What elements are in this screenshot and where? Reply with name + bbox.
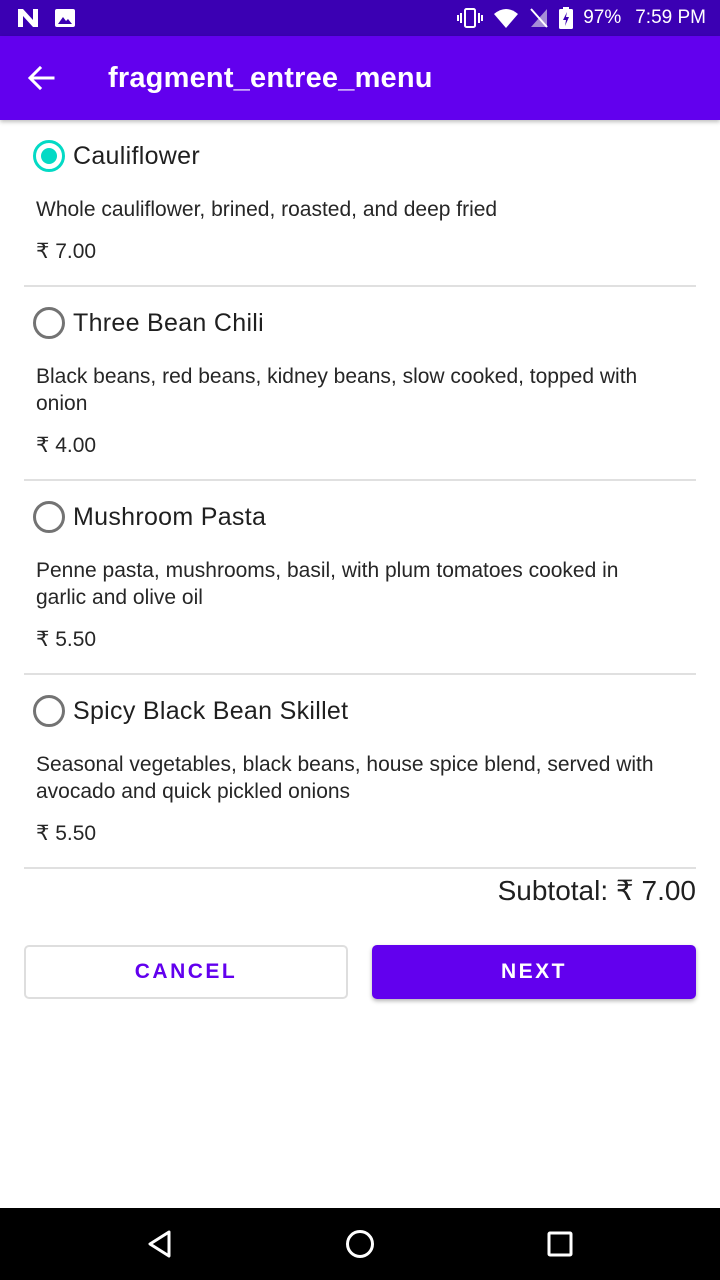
menu-item-mushroom-pasta: Mushroom Pasta Penne pasta, mushrooms, b… bbox=[24, 481, 696, 675]
back-button[interactable] bbox=[13, 50, 69, 106]
battery-percent: 97% bbox=[583, 7, 622, 28]
item-name: Mushroom Pasta bbox=[73, 502, 267, 531]
item-name: Cauliflower bbox=[73, 141, 200, 170]
vibrate-icon bbox=[457, 8, 484, 28]
subtotal-label: Subtotal: ₹ 7.00 bbox=[497, 875, 696, 906]
no-sim-icon bbox=[529, 8, 549, 28]
next-button[interactable]: NEXT bbox=[372, 945, 696, 999]
clock: 7:59 PM bbox=[635, 7, 706, 28]
status-bar: 97% 7:59 PM bbox=[0, 0, 720, 36]
app-bar: fragment_entree_menu bbox=[0, 36, 720, 120]
radio-option-cauliflower[interactable]: Cauliflower bbox=[32, 120, 696, 192]
item-price: ₹ 5.50 bbox=[36, 822, 97, 845]
back-triangle-icon bbox=[148, 1230, 171, 1258]
item-name: Three Bean Chili bbox=[73, 308, 265, 337]
wifi-icon bbox=[493, 8, 519, 28]
battery-charging-icon bbox=[559, 7, 574, 29]
item-description: Black beans, red beans, kidney beans, sl… bbox=[36, 365, 638, 415]
radio-option-mushroom-pasta[interactable]: Mushroom Pasta bbox=[32, 481, 696, 553]
cancel-button[interactable]: CANCEL bbox=[24, 945, 348, 999]
system-nav-bar bbox=[0, 1208, 720, 1280]
nav-back-button[interactable] bbox=[128, 1212, 192, 1276]
radio-checked-icon[interactable] bbox=[33, 140, 65, 172]
radio-unchecked-icon[interactable] bbox=[33, 307, 65, 339]
home-circle-icon bbox=[346, 1230, 374, 1258]
image-notification-icon bbox=[54, 8, 76, 28]
menu-item-cauliflower: Cauliflower Whole cauliflower, brined, r… bbox=[24, 120, 696, 287]
radio-option-three-bean-chili[interactable]: Three Bean Chili bbox=[32, 287, 696, 359]
arrow-back-icon bbox=[27, 65, 55, 91]
page-title: fragment_entree_menu bbox=[108, 61, 433, 94]
menu-item-spicy-black-bean-skillet: Spicy Black Bean Skillet Seasonal vegeta… bbox=[24, 675, 696, 869]
item-description: Whole cauliflower, brined, roasted, and … bbox=[36, 198, 498, 221]
item-description: Penne pasta, mushrooms, basil, with plum… bbox=[36, 559, 619, 609]
nav-home-button[interactable] bbox=[328, 1212, 392, 1276]
radio-unchecked-icon[interactable] bbox=[33, 695, 65, 727]
item-description: Seasonal vegetables, black beans, house … bbox=[36, 753, 654, 803]
status-left bbox=[16, 7, 76, 29]
item-price: ₹ 7.00 bbox=[36, 240, 97, 263]
item-price: ₹ 4.00 bbox=[36, 434, 97, 457]
entree-menu-list: Cauliflower Whole cauliflower, brined, r… bbox=[24, 120, 696, 869]
nav-recents-button[interactable] bbox=[528, 1212, 592, 1276]
item-price: ₹ 5.50 bbox=[36, 628, 97, 651]
status-right: 97% 7:59 PM bbox=[457, 7, 706, 29]
radio-option-spicy-black-bean-skillet[interactable]: Spicy Black Bean Skillet bbox=[32, 675, 696, 747]
item-name: Spicy Black Bean Skillet bbox=[73, 696, 349, 725]
n-notification-icon bbox=[16, 7, 40, 29]
menu-item-three-bean-chili: Three Bean Chili Black beans, red beans,… bbox=[24, 287, 696, 481]
recents-square-icon bbox=[547, 1231, 573, 1257]
radio-unchecked-icon[interactable] bbox=[33, 501, 65, 533]
